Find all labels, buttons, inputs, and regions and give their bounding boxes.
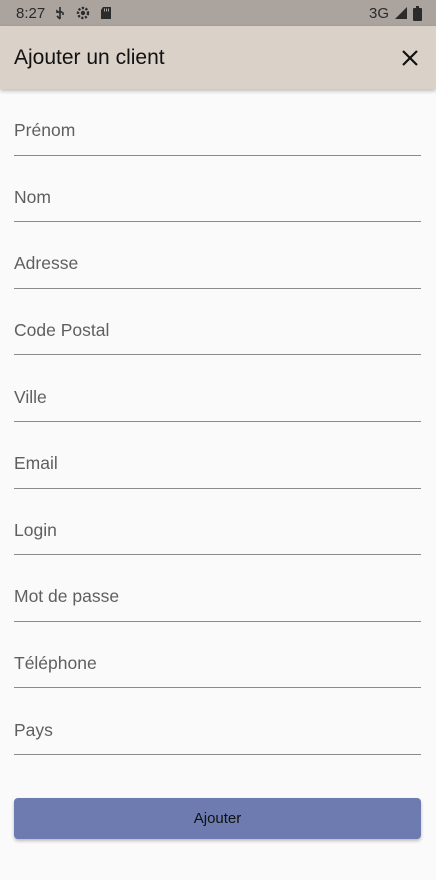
signal-icon xyxy=(394,6,408,20)
country-field-wrapper xyxy=(14,688,421,755)
status-time: 8:27 xyxy=(16,4,46,22)
battery-icon xyxy=(413,5,422,21)
address-field-wrapper xyxy=(14,222,421,289)
email-field[interactable] xyxy=(14,421,421,488)
add-client-form xyxy=(14,89,421,755)
city-field-wrapper xyxy=(14,355,421,422)
page-title: Ajouter un client xyxy=(14,45,165,69)
app-bar: Ajouter un client xyxy=(0,26,436,89)
status-bar: 8:27 3G xyxy=(0,0,436,26)
settings-gear-icon xyxy=(75,5,91,21)
login-field-wrapper xyxy=(14,488,421,556)
sd-card-icon xyxy=(100,6,112,20)
first-name-field[interactable] xyxy=(14,89,421,155)
password-field-wrapper xyxy=(14,555,421,622)
password-field[interactable] xyxy=(14,555,421,621)
city-field[interactable] xyxy=(14,355,421,421)
address-field[interactable] xyxy=(14,222,421,288)
close-icon[interactable] xyxy=(398,46,422,70)
postal-code-field[interactable] xyxy=(14,288,421,355)
phone-field-wrapper xyxy=(14,621,421,689)
postal-code-field-wrapper xyxy=(14,288,421,356)
last-name-field-wrapper xyxy=(14,155,421,223)
email-field-wrapper xyxy=(14,421,421,489)
country-field[interactable] xyxy=(14,688,421,754)
add-button[interactable]: Ajouter xyxy=(14,798,421,839)
network-type: 3G xyxy=(368,4,389,22)
phone-field[interactable] xyxy=(14,621,421,688)
login-field[interactable] xyxy=(14,488,421,555)
last-name-field[interactable] xyxy=(14,155,421,222)
usb-icon xyxy=(54,6,66,20)
first-name-field-wrapper xyxy=(14,89,421,156)
